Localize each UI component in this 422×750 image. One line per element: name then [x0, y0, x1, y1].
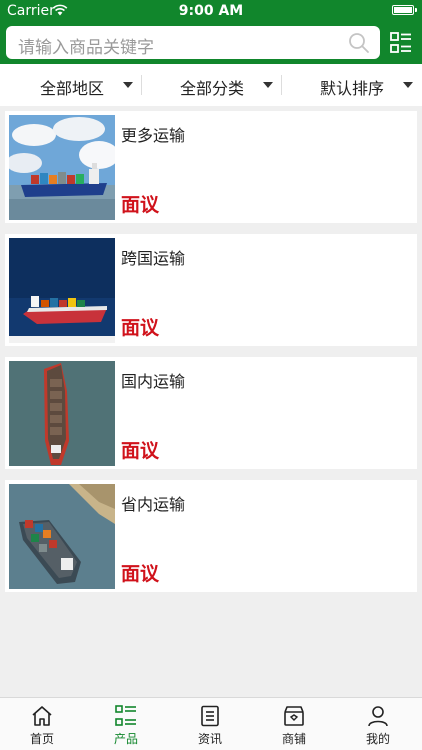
tab-products[interactable]: 产品 — [84, 698, 168, 750]
product-price: 面议 — [121, 194, 160, 216]
status-bar: Carrier 9:00 AM — [0, 0, 422, 22]
tab-mine-label: 我的 — [365, 732, 390, 746]
filter-region-label: 全部地区 — [40, 79, 105, 98]
product-card[interactable]: 更多运输 面议 — [5, 111, 417, 223]
product-title: 跨国运输 — [121, 249, 186, 268]
product-card[interactable]: 国内运输 面议 — [5, 357, 417, 469]
product-price: 面议 — [121, 440, 160, 462]
battery-icon — [392, 5, 417, 15]
filter-bar: 全部地区 全部分类 默认排序 — [0, 64, 422, 106]
tab-news-label: 资讯 — [197, 732, 222, 746]
filter-category[interactable]: 全部分类 — [141, 64, 281, 106]
tab-news[interactable]: 资讯 — [168, 698, 252, 750]
tab-home-label: 首页 — [29, 732, 54, 746]
caret-down-icon — [263, 82, 273, 88]
clock-label: 9:00 AM — [178, 3, 244, 19]
product-image — [9, 238, 115, 343]
home-icon — [32, 706, 52, 726]
filter-sort[interactable]: 默认排序 — [281, 64, 421, 106]
tab-home[interactable]: 首页 — [0, 698, 84, 750]
filter-category-label: 全部分类 — [180, 79, 245, 98]
filter-region[interactable]: 全部地区 — [0, 64, 140, 106]
product-title: 国内运输 — [121, 372, 186, 391]
search-input[interactable]: 请输入商品关键字 — [6, 26, 380, 59]
tab-shop-label: 商铺 — [281, 732, 306, 746]
app-header: Carrier 9:00 AM 请输入商品关键字 — [0, 0, 422, 64]
product-title: 更多运输 — [121, 126, 186, 145]
user-icon — [368, 706, 388, 727]
filter-sort-label: 默认排序 — [320, 79, 385, 98]
product-card[interactable]: 省内运输 面议 — [5, 480, 417, 592]
product-price: 面议 — [121, 563, 160, 585]
caret-down-icon — [403, 82, 413, 88]
category-menu-icon[interactable] — [389, 31, 413, 55]
shop-icon — [284, 706, 304, 726]
product-list-icon — [115, 705, 136, 726]
tab-shop[interactable]: 商铺 — [252, 698, 336, 750]
product-card[interactable]: 跨国运输 面议 — [5, 234, 417, 346]
tab-mine[interactable]: 我的 — [336, 698, 420, 750]
tab-products-label: 产品 — [113, 732, 138, 746]
product-price: 面议 — [121, 317, 160, 339]
product-image — [9, 115, 115, 220]
product-title: 省内运输 — [121, 495, 186, 514]
product-image — [9, 484, 115, 589]
tab-bar: 首页 产品 资讯 商铺 我的 — [0, 697, 422, 750]
search-icon[interactable] — [348, 32, 370, 54]
news-icon — [201, 705, 219, 727]
product-image — [9, 361, 115, 466]
caret-down-icon — [123, 82, 133, 88]
search-placeholder: 请输入商品关键字 — [18, 38, 154, 58]
